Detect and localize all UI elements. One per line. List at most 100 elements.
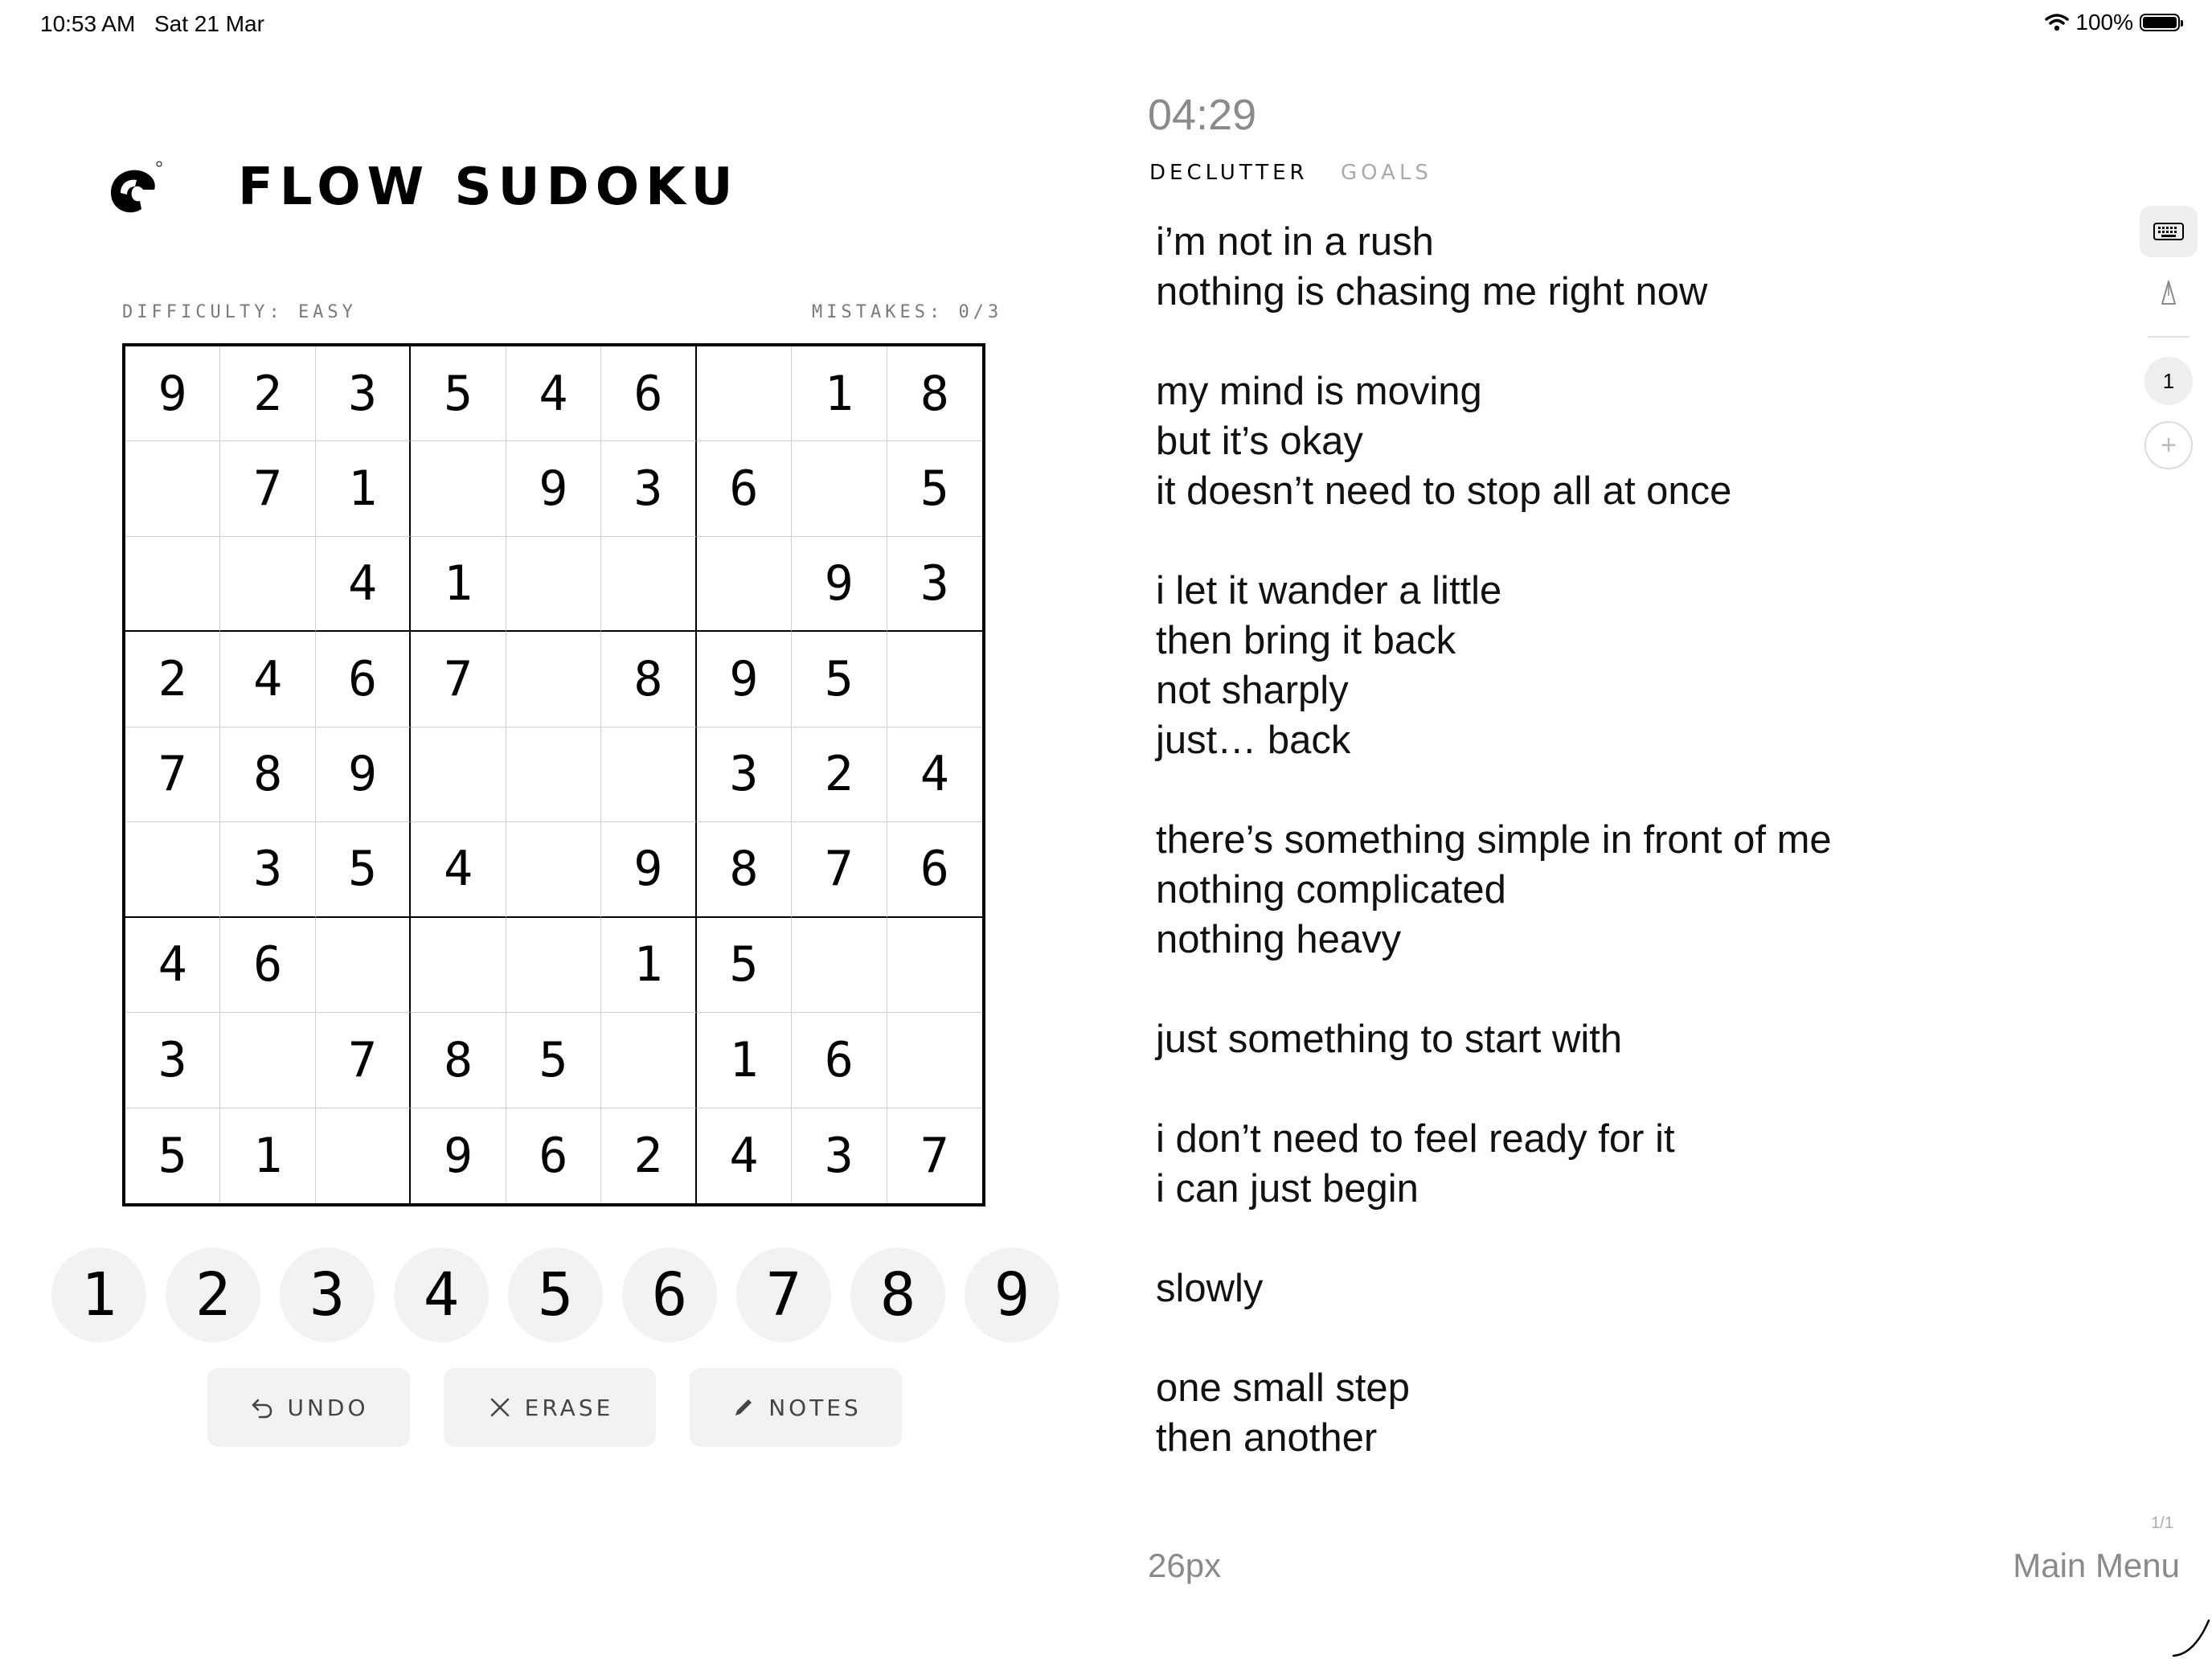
number-button-2[interactable]: 2: [166, 1247, 260, 1342]
grid-cell[interactable]: [315, 917, 412, 1014]
grid-cell[interactable]: 8: [696, 822, 793, 918]
grid-cell[interactable]: [125, 441, 221, 537]
grid-cell[interactable]: 6: [220, 917, 316, 1014]
tab-declutter[interactable]: DECLUTTER: [1149, 161, 1309, 185]
number-button-1[interactable]: 1: [51, 1247, 146, 1342]
grid-cell[interactable]: [601, 536, 697, 633]
grid-cell[interactable]: 5: [506, 1013, 602, 1108]
grid-cell[interactable]: 5: [696, 917, 793, 1014]
grid-cell[interactable]: 8: [220, 727, 316, 823]
grid-cell[interactable]: 3: [601, 441, 697, 537]
grid-cell[interactable]: 7: [315, 1013, 412, 1108]
grid-cell[interactable]: 9: [696, 632, 793, 727]
page-badge[interactable]: 1: [2144, 357, 2193, 405]
grid-cell[interactable]: 7: [125, 727, 221, 823]
grid-cell[interactable]: 3: [792, 1108, 887, 1203]
grid-cell[interactable]: 5: [315, 822, 412, 918]
grid-cell[interactable]: 9: [601, 822, 697, 918]
grid-cell[interactable]: 3: [125, 1013, 221, 1108]
number-button-5[interactable]: 5: [508, 1247, 603, 1342]
keyboard-button[interactable]: [2140, 206, 2198, 257]
number-button-7[interactable]: 7: [736, 1247, 831, 1342]
grid-cell[interactable]: [411, 917, 506, 1014]
erase-button[interactable]: ERASE: [444, 1368, 656, 1447]
grid-cell[interactable]: 2: [125, 632, 221, 727]
grid-cell[interactable]: 2: [792, 727, 887, 823]
grid-cell[interactable]: 4: [887, 727, 982, 823]
grid-cell[interactable]: [887, 1013, 982, 1108]
grid-cell[interactable]: 8: [411, 1013, 506, 1108]
grid-cell[interactable]: [506, 536, 602, 633]
grid-cell[interactable]: [506, 727, 602, 823]
pen-button[interactable]: [2140, 270, 2198, 322]
grid-cell[interactable]: 7: [411, 632, 506, 727]
grid-cell[interactable]: [601, 1013, 697, 1108]
grid-cell[interactable]: [887, 632, 982, 727]
grid-cell[interactable]: [506, 822, 602, 918]
grid-cell[interactable]: 9: [315, 727, 412, 823]
grid-cell[interactable]: [696, 346, 793, 442]
grid-cell[interactable]: 9: [125, 346, 221, 442]
grid-cell[interactable]: 9: [792, 536, 887, 633]
grid-cell[interactable]: 5: [411, 346, 506, 442]
main-menu-link[interactable]: Main Menu: [2013, 1546, 2180, 1585]
grid-cell[interactable]: 3: [220, 822, 316, 918]
grid-cell[interactable]: [696, 536, 793, 633]
grid-cell[interactable]: 6: [506, 1108, 602, 1203]
grid-cell[interactable]: [887, 918, 982, 1014]
grid-cell[interactable]: 2: [220, 346, 316, 442]
grid-cell[interactable]: [792, 917, 887, 1014]
grid-cell[interactable]: 6: [887, 822, 982, 918]
grid-cell[interactable]: 8: [887, 346, 982, 442]
grid-cell[interactable]: [316, 1108, 412, 1203]
grid-cell[interactable]: [411, 727, 506, 823]
add-page-button[interactable]: +: [2144, 421, 2193, 469]
number-button-3[interactable]: 3: [280, 1247, 375, 1342]
grid-cell[interactable]: 5: [125, 1108, 221, 1203]
journal-text-area[interactable]: i’m not in a rush nothing is chasing me r…: [1156, 217, 2040, 1463]
notes-button[interactable]: NOTES: [690, 1368, 902, 1447]
grid-cell[interactable]: 1: [696, 1013, 793, 1108]
grid-cell[interactable]: 9: [506, 441, 602, 537]
grid-cell[interactable]: 7: [220, 441, 316, 537]
number-button-9[interactable]: 9: [965, 1247, 1059, 1342]
number-button-8[interactable]: 8: [850, 1247, 945, 1342]
number-button-4[interactable]: 4: [394, 1247, 489, 1342]
grid-cell[interactable]: [220, 536, 316, 633]
tab-goals[interactable]: GOALS: [1341, 161, 1432, 185]
grid-cell[interactable]: 1: [220, 1108, 316, 1203]
grid-cell[interactable]: [792, 441, 887, 537]
grid-cell[interactable]: 1: [411, 536, 506, 633]
grid-cell[interactable]: [411, 441, 506, 537]
grid-cell[interactable]: 4: [411, 822, 506, 918]
grid-cell[interactable]: 8: [601, 632, 697, 727]
grid-cell[interactable]: 6: [315, 632, 412, 727]
grid-cell[interactable]: 1: [315, 441, 412, 537]
grid-cell[interactable]: [506, 632, 602, 727]
grid-cell[interactable]: 7: [887, 1108, 982, 1203]
grid-cell[interactable]: [125, 822, 221, 918]
grid-cell[interactable]: 3: [696, 727, 793, 823]
grid-cell[interactable]: 5: [887, 441, 982, 537]
grid-cell[interactable]: 4: [697, 1108, 793, 1203]
grid-cell[interactable]: 4: [220, 632, 316, 727]
grid-cell[interactable]: 6: [696, 441, 793, 537]
grid-cell[interactable]: 7: [792, 822, 887, 918]
number-button-6[interactable]: 6: [622, 1247, 717, 1342]
grid-cell[interactable]: [506, 917, 602, 1014]
grid-cell[interactable]: [220, 1013, 316, 1108]
grid-cell[interactable]: 6: [792, 1013, 887, 1108]
grid-cell[interactable]: [125, 536, 221, 633]
grid-cell[interactable]: 3: [315, 346, 412, 442]
grid-cell[interactable]: 1: [601, 917, 697, 1014]
grid-cell[interactable]: 9: [411, 1108, 506, 1203]
grid-cell[interactable]: 2: [601, 1108, 697, 1203]
grid-cell[interactable]: 3: [887, 537, 982, 633]
grid-cell[interactable]: 5: [792, 632, 887, 727]
grid-cell[interactable]: 1: [792, 346, 887, 442]
grid-cell[interactable]: 4: [506, 346, 602, 442]
grid-cell[interactable]: 4: [315, 536, 412, 633]
undo-button[interactable]: UNDO: [207, 1368, 410, 1447]
grid-cell[interactable]: 4: [125, 917, 221, 1014]
corner-resize-handle[interactable]: [2170, 1616, 2212, 1659]
